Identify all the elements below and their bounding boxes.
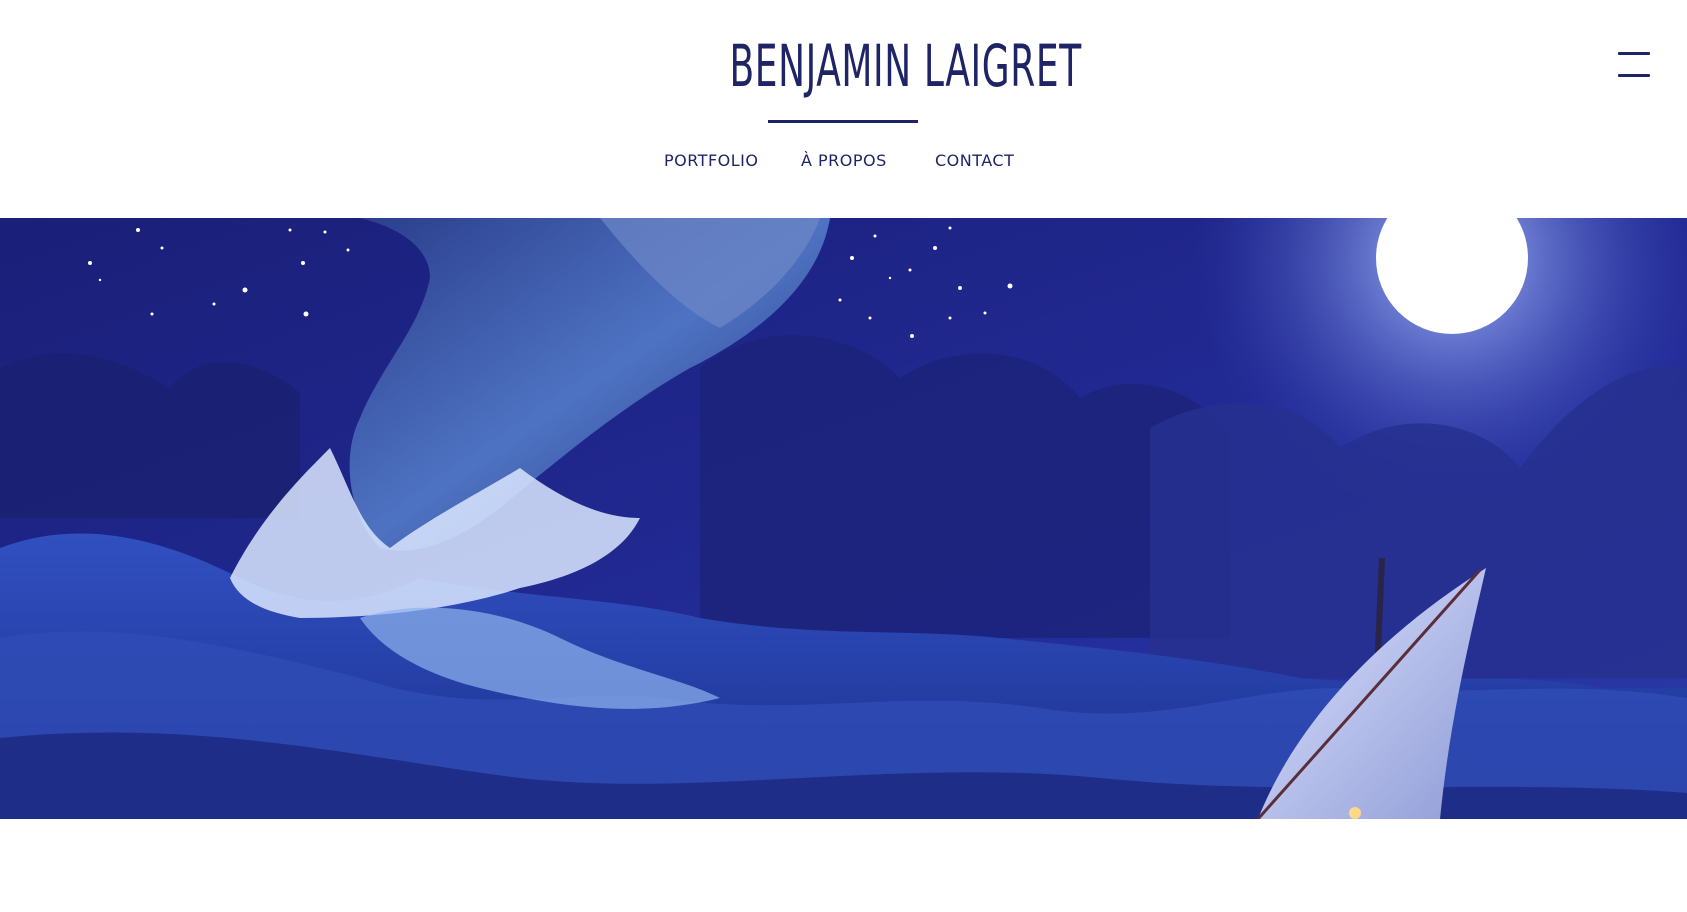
page: BENJAMIN LAIGRET PORTFOLIO À PROPOS CONT… <box>0 0 1687 912</box>
main-nav: PORTFOLIO À PROPOS CONTACT <box>0 146 1687 176</box>
nav-portfolio-link[interactable]: PORTFOLIO <box>664 146 759 176</box>
hero-banner <box>0 218 1687 819</box>
site-header: BENJAMIN LAIGRET PORTFOLIO À PROPOS CONT… <box>0 0 1687 218</box>
site-logo[interactable]: BENJAMIN LAIGRET <box>662 28 1081 128</box>
site-title[interactable]: BENJAMIN LAIGRET <box>729 28 1081 104</box>
hamburger-menu-icon[interactable] <box>1618 50 1652 80</box>
title-underline <box>768 120 918 123</box>
menu-line-top <box>1618 52 1650 55</box>
nav-apropos-link[interactable]: À PROPOS <box>801 146 887 176</box>
cloud-left <box>0 353 300 518</box>
hero-illustration <box>0 218 1687 819</box>
menu-line-bottom <box>1618 74 1650 77</box>
boat-light <box>1349 807 1361 819</box>
nav-contact-link[interactable]: CONTACT <box>935 146 1014 176</box>
